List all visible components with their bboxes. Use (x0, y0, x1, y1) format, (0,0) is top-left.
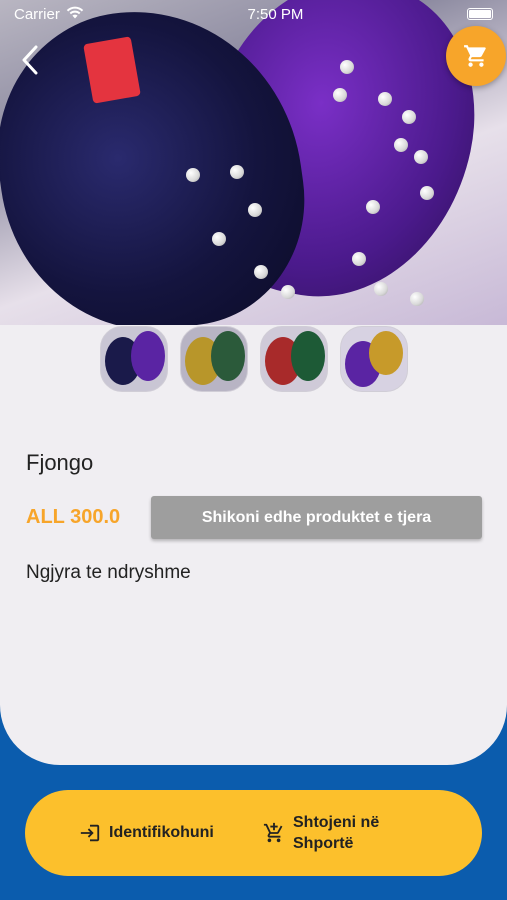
pearl (186, 168, 200, 182)
login-button[interactable]: Identifikohuni (79, 822, 214, 844)
product-hero-image (0, 0, 507, 330)
add-to-cart-label-line2: Shportë (293, 835, 354, 852)
add-to-cart-icon (263, 822, 283, 843)
bottom-action-bar: Identifikohuni Shtojeni në Shportë (25, 790, 482, 876)
clock: 7:50 PM (247, 5, 304, 23)
pearl (402, 110, 416, 124)
price-tag-shape (83, 36, 141, 104)
back-arrow-icon (22, 45, 38, 75)
wifi-icon (66, 6, 84, 23)
carrier-label: Carrier (14, 5, 60, 23)
thumbnail-4[interactable] (340, 326, 408, 392)
see-other-products-button[interactable]: Shikoni edhe produktet e tjera (151, 496, 482, 539)
pearl (281, 285, 295, 299)
pearl (420, 186, 434, 200)
pearl (410, 292, 424, 306)
cart-icon (464, 45, 486, 67)
product-description: Ngjyra te ndryshme (26, 562, 191, 583)
pearl (352, 252, 366, 266)
cart-button[interactable] (446, 26, 506, 86)
back-button[interactable] (14, 42, 46, 78)
pearl (212, 232, 226, 246)
pearl (414, 150, 428, 164)
pearl (378, 92, 392, 106)
login-label: Identifikohuni (109, 824, 214, 841)
thumbnail-strip (100, 326, 408, 392)
pearl (248, 203, 262, 217)
pearl (230, 165, 244, 179)
pearl (374, 282, 388, 296)
pearl (366, 200, 380, 214)
pearl (394, 138, 408, 152)
pearl (333, 88, 347, 102)
add-to-cart-label-line1: Shtojeni në (293, 814, 380, 831)
pearl (254, 265, 268, 279)
battery-icon (467, 8, 493, 20)
product-price: ALL 300.0 (26, 506, 121, 528)
thumbnail-1[interactable] (100, 326, 168, 392)
thumbnail-3[interactable] (260, 326, 328, 392)
status-bar: Carrier 7:50 PM (0, 0, 507, 28)
login-icon (80, 824, 100, 842)
add-to-cart-button[interactable]: Shtojeni në Shportë (263, 812, 379, 854)
thumbnail-2[interactable] (180, 326, 248, 392)
pearl (340, 60, 354, 74)
product-title: Fjongo (26, 450, 94, 475)
